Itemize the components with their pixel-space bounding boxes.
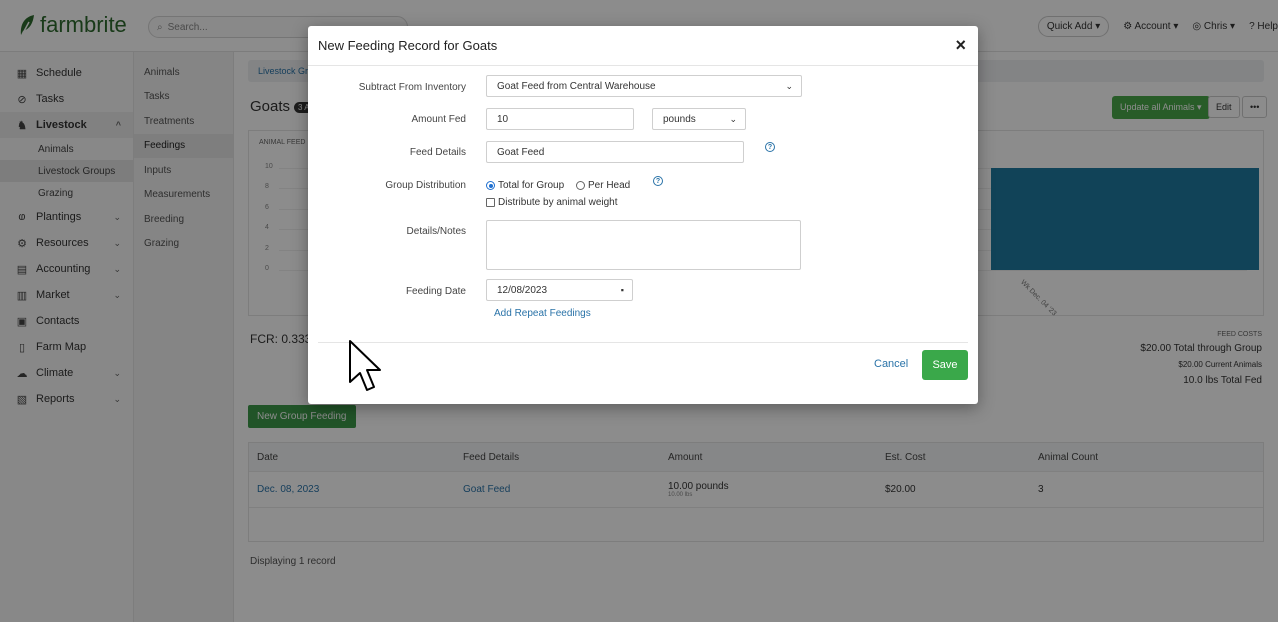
radio-icon — [576, 180, 585, 190]
chevron-down-icon: ⌄ — [785, 81, 793, 91]
help-icon[interactable]: ? — [765, 142, 775, 152]
checkbox-icon — [486, 197, 495, 207]
feed-details-input[interactable]: Goat Feed — [486, 141, 744, 163]
modal-divider — [318, 342, 968, 343]
details-notes-label: Details/Notes — [406, 226, 466, 237]
new-feeding-modal: New Feeding Record for Goats × Subtract … — [308, 26, 978, 404]
save-button[interactable]: Save — [922, 350, 968, 380]
cancel-button[interactable]: Cancel — [874, 358, 908, 370]
close-icon[interactable]: × — [955, 35, 966, 56]
feeding-date-label: Feeding Date — [405, 286, 466, 297]
radio-selected-icon — [486, 180, 495, 190]
feeding-date-input[interactable]: 12/08/2023 ▪ — [486, 279, 633, 301]
chevron-down-icon: ⌄ — [729, 114, 737, 124]
help-icon[interactable]: ? — [653, 176, 663, 186]
add-repeat-feedings-link[interactable]: Add Repeat Feedings — [494, 308, 591, 319]
radio-per-head[interactable]: Per Head — [576, 180, 630, 191]
details-notes-textarea[interactable] — [486, 220, 801, 270]
modal-header: New Feeding Record for Goats × — [308, 26, 978, 66]
feed-details-label: Feed Details — [409, 147, 466, 158]
unit-select[interactable]: pounds ⌄ — [652, 108, 746, 130]
subtract-inventory-label: Subtract From Inventory — [358, 82, 466, 93]
checkbox-distribute-by-weight[interactable]: Distribute by animal weight — [486, 197, 618, 208]
modal-title: New Feeding Record for Goats — [318, 38, 498, 53]
group-distribution-label: Group Distribution — [385, 180, 466, 191]
radio-total-for-group[interactable]: Total for Group — [486, 180, 564, 191]
calendar-icon[interactable]: ▪ — [621, 285, 624, 295]
amount-fed-label: Amount Fed — [411, 114, 466, 125]
mouse-cursor-icon — [349, 340, 381, 391]
amount-fed-input[interactable]: 10 — [486, 108, 634, 130]
subtract-inventory-select[interactable]: Goat Feed from Central Warehouse ⌄ — [486, 75, 802, 97]
